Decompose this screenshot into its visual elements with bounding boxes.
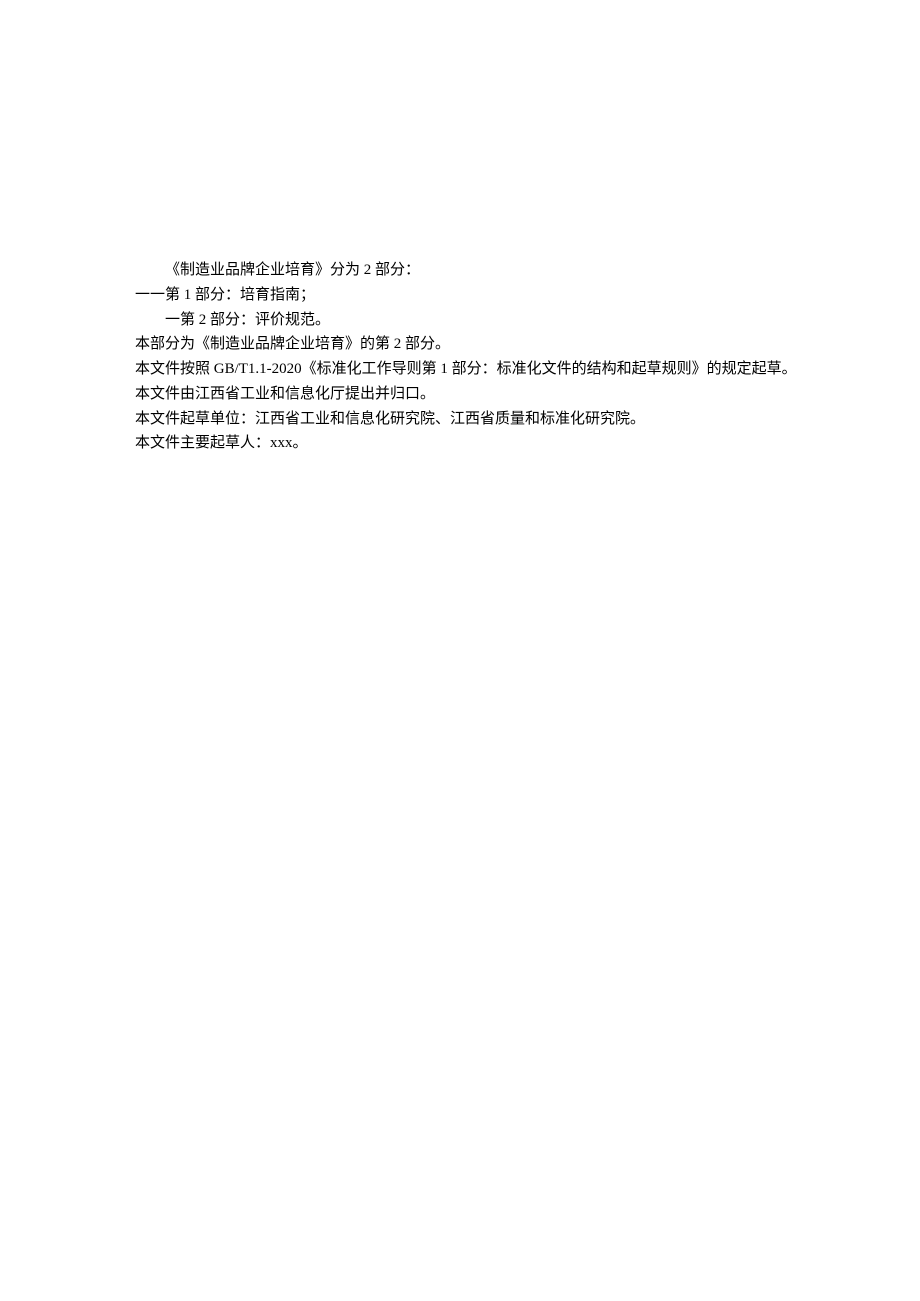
paragraph-line-8: 本文件主要起草人：xxx。 — [135, 431, 810, 456]
paragraph-line-2: 一一第 1 部分：培育指南； — [135, 283, 810, 308]
paragraph-line-6: 本文件由江西省工业和信息化厅提出并归口。 — [135, 382, 810, 407]
paragraph-line-7: 本文件起草单位：江西省工业和信息化研究院、江西省质量和标准化研究院。 — [135, 407, 810, 432]
paragraph-line-5: 本文件按照 GB/T1.1-2020《标准化工作导则第 1 部分：标准化文件的结… — [135, 357, 810, 382]
document-page: 《制造业品牌企业培育》分为 2 部分： 一一第 1 部分：培育指南； 一第 2 … — [0, 0, 920, 456]
paragraph-line-1: 《制造业品牌企业培育》分为 2 部分： — [135, 258, 810, 283]
paragraph-line-4: 本部分为《制造业品牌企业培育》的第 2 部分。 — [135, 332, 810, 357]
paragraph-line-3: 一第 2 部分：评价规范。 — [135, 308, 810, 333]
